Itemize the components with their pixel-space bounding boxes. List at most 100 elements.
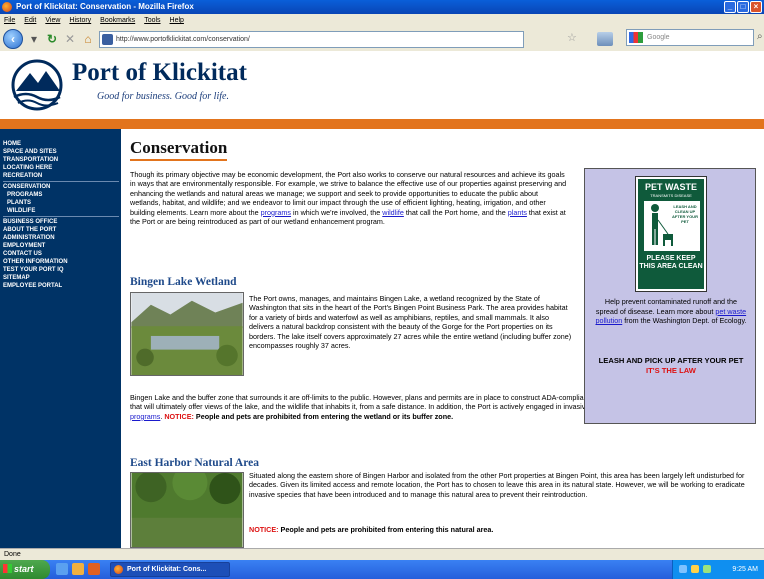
intro-text: that call the Port home, and the (403, 207, 508, 217)
menu-history[interactable]: History (69, 14, 91, 27)
taskbar: start Port of Klickitat: Cons... 9:25 AM (0, 560, 764, 579)
wetland-notice-text: People and pets are prohibited from ente… (195, 411, 454, 421)
sign-panel: LEASH AND CLEAN UP AFTER YOUR PET (644, 201, 700, 251)
east-harbor-heading: East Harbor Natural Area (130, 457, 259, 469)
pet-waste-text-part: from the Washington Dept. of Ecology. (622, 316, 747, 326)
search-icon[interactable]: ⌕ (757, 31, 763, 42)
address-bar[interactable]: http://www.portofklickitat.com/conservat… (99, 30, 524, 48)
sidebar-nav: Home Space and Sites Transportation Loca… (0, 129, 121, 548)
page-content: Port of Klickitat Good for business. Goo… (0, 51, 764, 548)
clock[interactable]: 9:25 AM (732, 566, 758, 573)
menu-view[interactable]: View (45, 14, 60, 27)
nav-test-your-port-iq[interactable]: Test Your Port IQ (3, 266, 121, 274)
nav-divider (3, 181, 119, 182)
nav-transportation[interactable]: Transportation (3, 156, 121, 164)
system-tray: 9:25 AM (672, 560, 764, 579)
browser-window: Port of Klickitat: Conservation - Mozill… (0, 0, 764, 579)
port-logo[interactable] (8, 59, 66, 111)
menu-bookmarks[interactable]: Bookmarks (100, 14, 135, 27)
search-input[interactable]: Google (626, 29, 754, 46)
back-arrow-icon[interactable]: ‹ (3, 29, 23, 49)
volume-icon[interactable] (691, 565, 699, 573)
programs-link[interactable]: programs (261, 208, 291, 217)
menu-file[interactable]: File (4, 14, 15, 27)
folder-quicklaunch-icon[interactable] (72, 563, 84, 575)
firefox-icon (2, 2, 12, 12)
address-url: http://www.portofklickitat.com/conservat… (116, 35, 250, 43)
nav-employee-portal[interactable]: Employee Portal (3, 282, 121, 290)
window-controls: _ □ × (724, 1, 762, 13)
window-title: Port of Klickitat: Conservation - Mozill… (16, 2, 194, 11)
nav-programs[interactable]: Programs (3, 191, 121, 199)
wildlife-link[interactable]: wildlife (382, 208, 404, 217)
notice-label: NOTICE: (164, 411, 194, 421)
reload-icon[interactable]: ↻ (45, 32, 59, 46)
intro-text: in which we're involved, the (291, 207, 383, 217)
nav-divider (3, 216, 119, 217)
search-placeholder: Google (647, 34, 670, 41)
header-accent-bar (0, 119, 764, 129)
sign-title: PET WASTE (644, 182, 697, 192)
site-tagline: Good for business. Good for life. (97, 91, 229, 102)
main-content: Conservation Though its primary objectiv… (130, 129, 760, 548)
notice-label: NOTICE: (249, 525, 279, 534)
plants-link[interactable]: plants (508, 208, 527, 217)
nav-administration[interactable]: Administration (3, 234, 121, 242)
law-text: IT'S THE LAW (646, 366, 696, 375)
taskbar-window-label: Port of Klickitat: Cons... (127, 566, 207, 573)
nav-home[interactable]: Home (3, 140, 121, 148)
ie-quicklaunch-icon[interactable] (56, 563, 68, 575)
window-titlebar[interactable]: Port of Klickitat: Conservation - Mozill… (0, 0, 764, 14)
windows-flag-icon (3, 564, 12, 573)
nav-plants[interactable]: Plants (3, 199, 121, 207)
natural-area-notice-text: People and pets are prohibited from ente… (280, 525, 494, 534)
nav-conservation[interactable]: Conservation (3, 183, 121, 191)
nav-wildlife[interactable]: Wildlife (3, 207, 121, 215)
firefox-quicklaunch-icon[interactable] (88, 563, 100, 575)
nav-locating-here[interactable]: Locating Here (3, 164, 121, 172)
pet-waste-box: PET WASTE TRANSMITS DISEASE LEASH AND CL… (584, 168, 756, 424)
site-header: Port of Klickitat Good for business. Goo… (0, 51, 764, 119)
nav-employment[interactable]: Employment (3, 242, 121, 250)
maximize-button[interactable]: □ (737, 1, 749, 13)
menu-edit[interactable]: Edit (24, 14, 36, 27)
bingen-lake-photo (130, 292, 244, 376)
east-harbor-notice: NOTICE: People and pets are prohibited f… (249, 525, 756, 534)
leash-text: LEASH AND PICK UP AFTER YOUR PET (598, 356, 744, 365)
nav-sitemap[interactable]: Sitemap (3, 274, 121, 282)
pet-waste-sign: PET WASTE TRANSMITS DISEASE LEASH AND CL… (635, 176, 707, 292)
firefox-icon (114, 565, 123, 574)
stop-icon[interactable]: ✕ (63, 32, 77, 46)
nav-about-the-port[interactable]: About the Port (3, 226, 121, 234)
restoration-programs-link[interactable]: programs (130, 412, 160, 421)
home-icon[interactable]: ⌂ (81, 32, 95, 46)
security-icon[interactable] (703, 565, 711, 573)
network-icon[interactable] (679, 565, 687, 573)
nav-recreation[interactable]: Recreation (3, 172, 121, 180)
nav-contact-us[interactable]: Contact Us (3, 250, 121, 258)
status-bar: Done (0, 548, 764, 560)
nav-business-office[interactable]: Business Office (3, 218, 121, 226)
minimize-button[interactable]: _ (724, 1, 736, 13)
sign-panel-text: LEASH AND CLEAN UP AFTER YOUR PET (672, 204, 698, 224)
nav-space-and-sites[interactable]: Space and Sites (3, 148, 121, 156)
google-icon (629, 32, 643, 43)
site-favicon-icon (102, 33, 113, 45)
nav-other-information[interactable]: Other Information (3, 258, 121, 266)
intro-paragraph: Though its primary objective may be econ… (130, 170, 570, 226)
menu-bar: File Edit View History Bookmarks Tools H… (0, 14, 764, 27)
close-button[interactable]: × (750, 1, 762, 13)
bookmark-star-icon[interactable]: ☆ (567, 31, 577, 44)
bingen-lake-heading: Bingen Lake Wetland (130, 276, 237, 288)
menu-tools[interactable]: Tools (144, 14, 160, 27)
site-name[interactable]: Port of Klickitat (72, 59, 247, 87)
menu-help[interactable]: Help (170, 14, 184, 27)
start-label: start (14, 564, 34, 574)
taskbar-firefox-window[interactable]: Port of Klickitat: Cons... (110, 562, 230, 577)
dropdown-arrow-icon[interactable]: ▾ (27, 32, 41, 46)
page-tool-icon[interactable] (597, 32, 613, 46)
start-button[interactable]: start (0, 560, 50, 579)
sign-bottom-text: PLEASE KEEP THIS AREA CLEAN (639, 255, 703, 270)
bingen-lake-paragraph: The Port owns, manages, and maintains Bi… (249, 294, 572, 351)
status-text: Done (4, 551, 21, 558)
